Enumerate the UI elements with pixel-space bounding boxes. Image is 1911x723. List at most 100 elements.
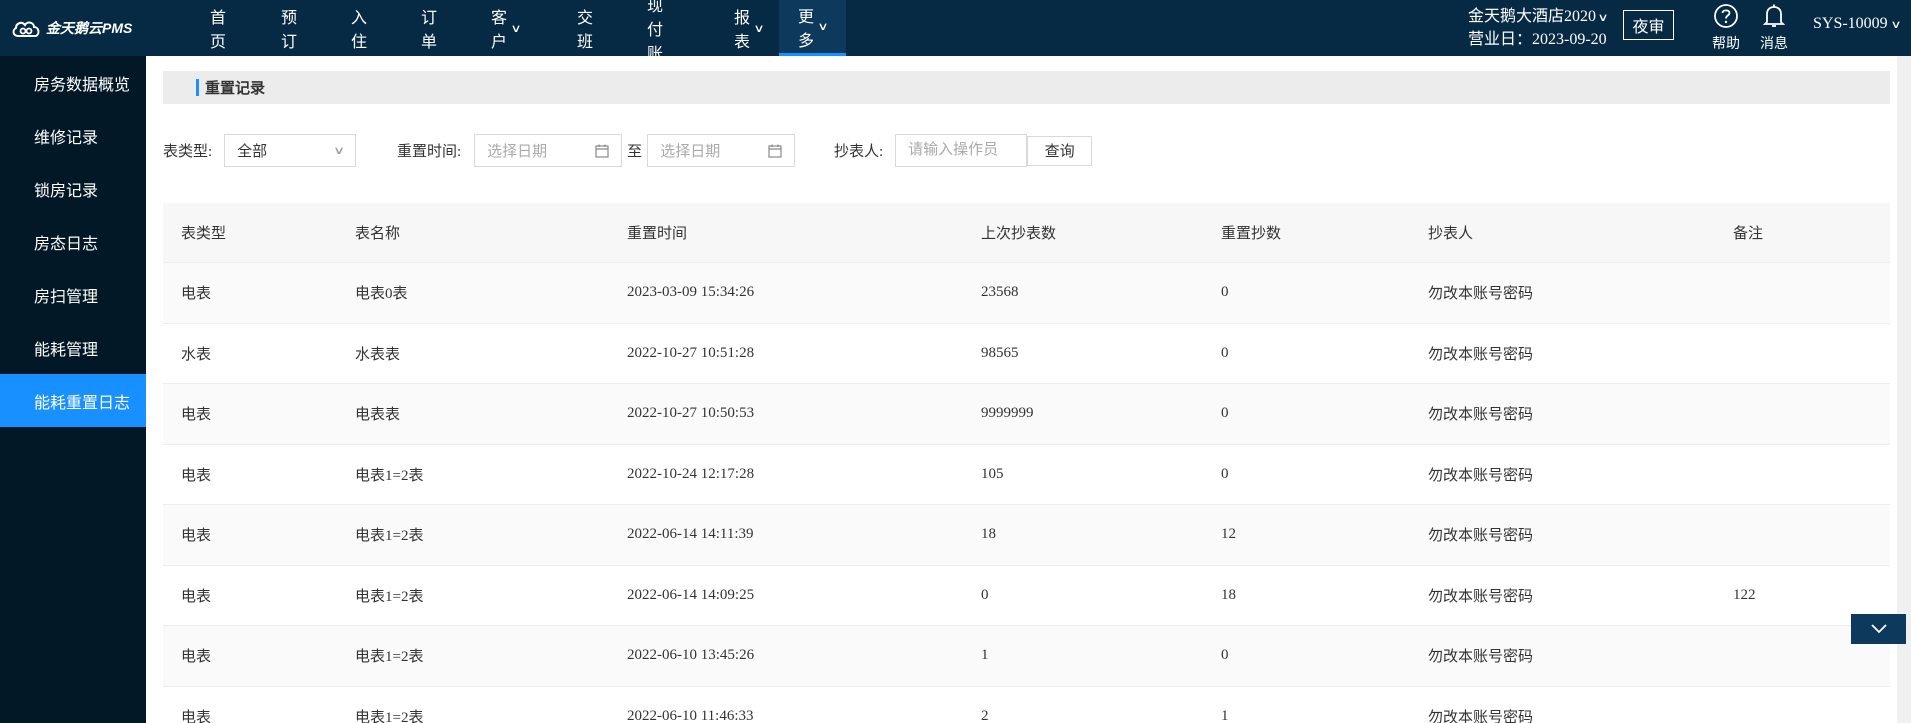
table-cell: 电表1=2表 — [355, 588, 424, 605]
nav-item-5[interactable]: 交班 — [577, 0, 593, 56]
table-cell: 18 — [981, 526, 996, 543]
table-row[interactable]: 电表 电表1=2表 2022-06-14 14:11:39 18 12 勿改本账号密码 — [163, 505, 1890, 566]
table-row[interactable]: 电表 电表表 2022-10-27 10:50:53 9999999 0 勿改本账号密码 — [163, 384, 1890, 445]
hotel-switcher[interactable]: 金天鹅大酒店2020∨ 营业日：2023-09-20 — [1468, 6, 1609, 51]
table-cell: 9999999 — [981, 405, 1034, 422]
table-cell: 电表 — [181, 407, 212, 424]
night-audit-button[interactable]: 夜审 — [1623, 10, 1674, 40]
table-cell: 电表表 — [355, 407, 401, 424]
table-cell: 2022-06-10 11:46:33 — [627, 707, 754, 723]
help-button[interactable]: 帮助 — [1706, 3, 1746, 53]
chevron-down-icon: ∨ — [1597, 12, 1609, 24]
reset-time-label: 重置时间: — [397, 144, 462, 160]
chevron-down-icon: ∨ — [1890, 19, 1902, 31]
reader-label: 抄表人: — [834, 144, 884, 160]
nav-item-4[interactable]: 客户 ∨ — [491, 0, 522, 56]
sidebar-item-2[interactable]: 锁房记录 — [0, 162, 146, 215]
table-cell: 2022-10-27 10:51:28 — [627, 344, 755, 361]
nav-item-0[interactable]: 首页 — [210, 0, 226, 56]
table-cell: 2022-10-27 10:50:53 — [627, 405, 755, 422]
start-date-picker[interactable]: 选择日期 — [474, 134, 623, 167]
table-cell: 电表 — [181, 649, 212, 666]
table-cell: 勿改本账号密码 — [1428, 467, 1534, 484]
meter-type-filter: 表类型: 全部 ∨ — [163, 134, 357, 167]
help-icon — [1714, 4, 1738, 28]
bell-icon — [1762, 4, 1786, 27]
table-cell: 电表1=2表 — [355, 649, 424, 666]
reader-input[interactable] — [895, 134, 1028, 167]
table-cell: 勿改本账号密码 — [1428, 588, 1534, 605]
sidebar-item-5[interactable]: 能耗管理 — [0, 321, 146, 374]
query-button[interactable]: 查询 — [1027, 135, 1093, 166]
sidebar-item-4[interactable]: 房扫管理 — [0, 268, 146, 321]
table-cell: 电表 — [181, 588, 212, 605]
reset-time-filter: 重置时间: 选择日期 至 选择日期 — [397, 134, 796, 167]
sidebar-item-label: 房态日志 — [34, 235, 99, 253]
reset-records-table: 表类型 表名称 重置时间 上次抄表数 重置抄数 抄表人 备注 电表 电表0表 2023-03-0… — [163, 203, 1890, 723]
nav-item-label: 预订 — [281, 10, 298, 51]
table-row[interactable]: 电表 电表1=2表 2022-06-10 13:45:26 1 0 勿改本账号密码 — [163, 626, 1890, 687]
table-cell: 电表 — [181, 528, 212, 545]
chevron-down-icon: ∨ — [817, 21, 829, 33]
table-cell: 0 — [1221, 284, 1229, 301]
sidebar-item-label: 房务数据概览 — [34, 76, 131, 94]
nav-item-2[interactable]: 入住 — [351, 0, 367, 56]
nav-item-6[interactable]: 现付账 — [647, 0, 663, 63]
column-header: 重置抄数 — [1221, 226, 1282, 242]
table-row[interactable]: 水表 水表表 2022-10-27 10:51:28 98565 0 勿改本账号密码 — [163, 324, 1890, 384]
table-cell: 勿改本账号密码 — [1428, 407, 1534, 424]
help-label: 帮助 — [1712, 37, 1740, 52]
column-header: 抄表人 — [1428, 226, 1474, 242]
start-date-placeholder: 选择日期 — [487, 144, 548, 160]
table-row[interactable]: 电表 电表1=2表 2022-10-24 12:17:28 105 0 勿改本账号密码 — [163, 445, 1890, 505]
sidebar-item-label: 能耗重置日志 — [34, 394, 131, 412]
sidebar: 房务数据概览维修记录 锁房记录房态日志房扫管理 能耗管理能耗重置日志 — [0, 56, 146, 723]
table-header: 表类型 表名称 重置时间 上次抄表数 重置抄数 抄表人 备注 — [163, 203, 1890, 263]
table-cell: 勿改本账号密码 — [1428, 709, 1534, 723]
chevron-down-icon: ∨ — [333, 145, 346, 157]
app-logo[interactable]: 金天鹅云PMS — [10, 16, 132, 40]
end-date-picker[interactable]: 选择日期 — [647, 134, 796, 167]
collapse-button[interactable] — [1851, 614, 1906, 644]
table-row[interactable]: 电表 电表1=2表 2022-06-14 14:09:25 0 18 勿改本账号密码 122 — [163, 566, 1890, 626]
user-name: SYS-10009 — [1813, 15, 1888, 32]
table-cell: 电表1=2表 — [355, 528, 424, 545]
messages-button[interactable]: 消息 — [1754, 3, 1794, 53]
nav-item-1[interactable]: 预订 — [281, 0, 297, 56]
column-header: 备注 — [1733, 226, 1764, 242]
table-row[interactable]: 电表 电表1=2表 2022-06-10 11:46:33 2 1 勿改本账号密码 — [163, 687, 1890, 723]
nav-item-8[interactable]: 更多 ∨ — [779, 0, 847, 56]
table-cell: 2023-03-09 15:34:26 — [627, 284, 755, 301]
table-cell: 0 — [981, 586, 989, 603]
table-cell: 2 — [981, 707, 989, 723]
messages-label: 消息 — [1760, 37, 1788, 52]
table-body: 电表 电表0表 2023-03-09 15:34:26 23568 0 勿改本账号密码 水表… — [163, 263, 1890, 723]
table-cell: 电表 — [181, 709, 212, 723]
nav-item-7[interactable]: 报表 ∨ — [734, 0, 765, 56]
column-header: 表名称 — [355, 226, 401, 242]
nav-item-label: 更多 — [798, 8, 815, 50]
nav-item-3[interactable]: 订单 — [421, 0, 437, 56]
table-cell: 122 — [1733, 586, 1756, 603]
table-cell: 电表1=2表 — [355, 709, 424, 723]
meter-type-label: 表类型: — [163, 144, 213, 160]
sidebar-item-6[interactable]: 能耗重置日志 — [0, 374, 146, 427]
calendar-icon — [595, 144, 609, 158]
table-cell: 2022-06-14 14:09:25 — [627, 586, 755, 603]
meter-type-select[interactable]: 全部 ∨ — [224, 134, 357, 167]
table-cell: 电表0表 — [355, 286, 408, 303]
sidebar-item-0[interactable]: 房务数据概览 — [0, 56, 146, 109]
table-row[interactable]: 电表 电表0表 2023-03-09 15:34:26 23568 0 勿改本账号密码 — [163, 263, 1890, 324]
end-date-placeholder: 选择日期 — [660, 144, 721, 160]
user-menu[interactable]: SYS-10009 ∨ — [1813, 15, 1902, 33]
sidebar-item-1[interactable]: 维修记录 — [0, 109, 146, 162]
logo-text: 金天鹅云PMS — [46, 20, 133, 36]
sidebar-item-3[interactable]: 房态日志 — [0, 215, 146, 268]
table-cell: 1 — [981, 647, 989, 664]
nav-item-label: 报表 — [734, 10, 751, 51]
table-cell: 0 — [1221, 344, 1229, 361]
column-header: 重置时间 — [627, 226, 688, 242]
cloud-icon — [12, 21, 40, 37]
business-day: 营业日：2023-09-20 — [1468, 31, 1607, 48]
meter-type-value: 全部 — [237, 144, 268, 160]
